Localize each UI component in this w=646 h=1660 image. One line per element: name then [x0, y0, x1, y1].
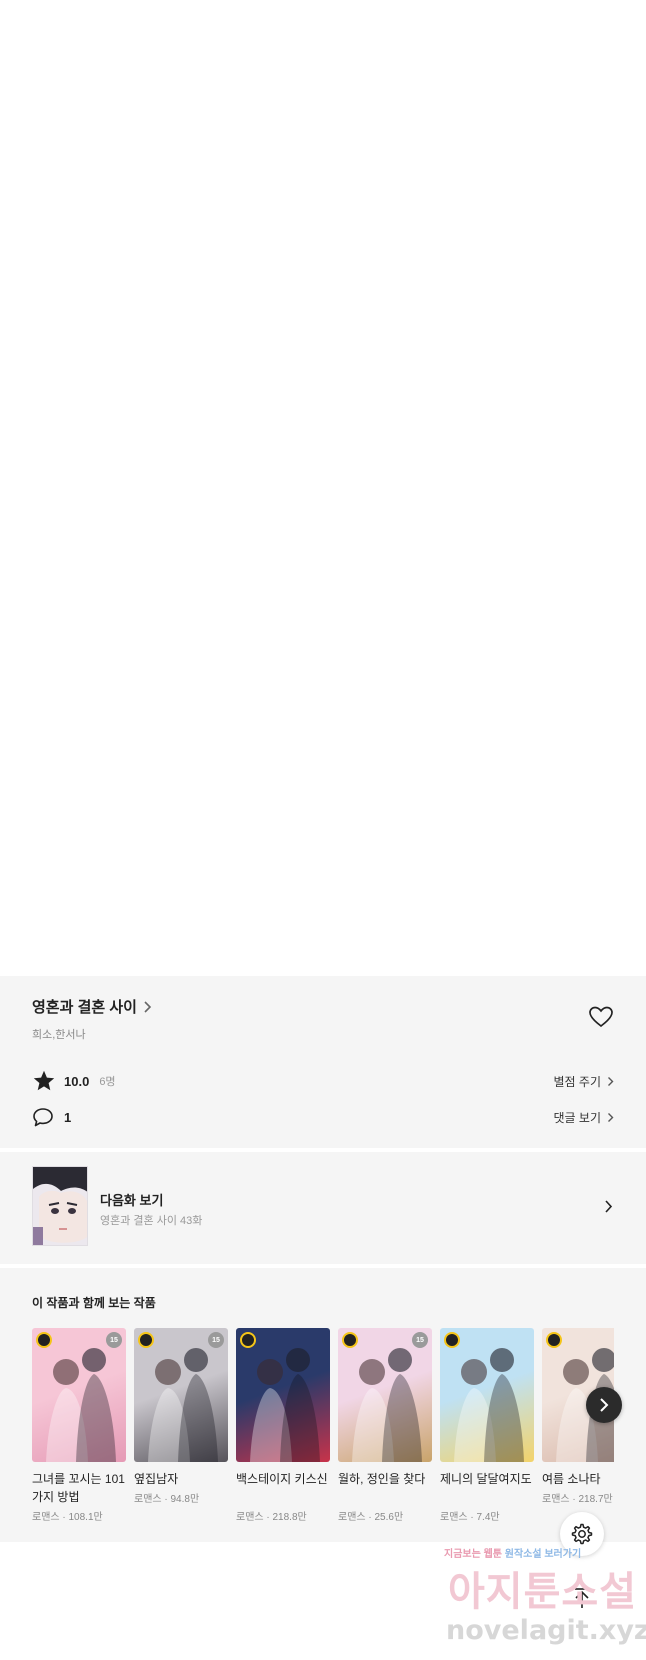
chevron-right-icon: [600, 1398, 609, 1412]
chevron-right-icon: [608, 1076, 614, 1086]
rate-button[interactable]: 별점 주기: [554, 1073, 615, 1090]
view-comments-label: 댓글 보기: [553, 1110, 602, 1125]
recommendation-card[interactable]: 제니의 달달여지도로맨스 · 7.4만: [440, 1328, 534, 1523]
next-episode-subtitle: 영혼과 결혼 사이 43화: [100, 1215, 203, 1227]
cover-illustration: [148, 1348, 218, 1462]
recommendations-carousel[interactable]: 15 그녀를 꼬시는 101가지 방법로맨스 · 108.1만 15 옆집남자 로맨스 …: [32, 1328, 614, 1538]
wait-free-clock-icon: [240, 1332, 256, 1348]
series-author: 희소,한서나: [32, 1029, 86, 1041]
recommendation-meta: 로맨스 · 218.8만: [236, 1512, 307, 1523]
recommendation-card[interactable]: 15 월하, 정인을 찾다로맨스 · 25.6만: [338, 1328, 432, 1523]
age-rating-badge: 15: [106, 1332, 122, 1348]
next-episode-thumbnail: [32, 1166, 88, 1246]
cover-illustration: [454, 1348, 524, 1462]
cover-illustration: [46, 1348, 116, 1462]
watermark: 지금보는 웹툰 원작소설 보러가기 아지툰소설 novelagit.xyz: [440, 1545, 646, 1655]
wait-free-clock-icon: [36, 1332, 52, 1348]
rate-button-label: 별점 주기: [553, 1074, 602, 1089]
wait-free-clock-icon: [444, 1332, 460, 1348]
cover-illustration: [352, 1348, 422, 1462]
recommendations-heading: 이 작품과 함께 보는 작품: [32, 1296, 156, 1310]
age-rating-badge: 15: [412, 1332, 428, 1348]
wait-free-clock-icon: [138, 1332, 154, 1348]
comic-image-area: [0, 0, 646, 976]
recommendation-card[interactable]: 백스테이지 키스신로맨스 · 218.8만: [236, 1328, 330, 1523]
rating-count: 6명: [99, 1076, 116, 1088]
recommendation-cover: 15: [32, 1328, 126, 1462]
cover-illustration: [250, 1348, 320, 1462]
recommendation-card[interactable]: 15 그녀를 꼬시는 101가지 방법로맨스 · 108.1만: [32, 1328, 126, 1523]
recommendation-meta: 로맨스 · 218.7만: [542, 1494, 613, 1505]
wait-free-clock-icon: [546, 1332, 562, 1348]
heart-icon[interactable]: [588, 1004, 614, 1030]
watermark-tagline-a: 지금보는 웹툰: [444, 1549, 502, 1560]
speech-bubble-icon: [33, 1108, 53, 1127]
carousel-next-button[interactable]: [586, 1387, 622, 1423]
chevron-right-icon: [144, 1000, 152, 1013]
series-title: 영혼과 결혼 사이: [32, 999, 137, 1016]
rating-value: 10.0: [64, 1073, 90, 1089]
watermark-logo-text: 아지툰소설: [448, 1569, 637, 1615]
scroll-to-top-button[interactable]: [566, 1584, 598, 1612]
settings-button[interactable]: [560, 1512, 604, 1556]
recommendation-title: 그녀를 꼬시는 101가지 방법: [32, 1472, 125, 1504]
recommendations-section: 이 작품과 함께 보는 작품 15 그녀를 꼬시는 101가지 방법로맨스 · 1…: [0, 1268, 646, 1542]
recommendation-card[interactable]: 15 옆집남자 로맨스 · 94.8만: [134, 1328, 228, 1505]
recommendation-meta: 로맨스 · 25.6만: [338, 1512, 404, 1523]
comment-count: 1: [64, 1109, 72, 1125]
view-comments-button[interactable]: 댓글 보기: [554, 1109, 615, 1126]
series-info-card: 영혼과 결혼 사이 희소,한서나 10.0 6명 별점 주기 1 댓글 보기: [0, 976, 646, 1148]
recommendation-title: 백스테이지 키스신: [236, 1472, 328, 1486]
recommendation-cover: 15: [134, 1328, 228, 1462]
chevron-right-icon: [605, 1200, 613, 1213]
recommendation-meta: 로맨스 · 108.1만: [32, 1512, 103, 1523]
recommendation-cover: [440, 1328, 534, 1462]
next-episode-label: 다음화 보기: [100, 1193, 164, 1208]
recommendation-cover: [236, 1328, 330, 1462]
character-face-illustration: [33, 1167, 87, 1245]
comment-row: 1 댓글 보기: [32, 1104, 614, 1130]
wait-free-clock-icon: [342, 1332, 358, 1348]
star-icon: [33, 1070, 55, 1091]
watermark-url: novelagit.xyz: [446, 1615, 646, 1646]
rating-row: 10.0 6명 별점 주기: [32, 1068, 614, 1094]
recommendation-meta: 로맨스 · 94.8만: [134, 1494, 200, 1505]
series-title-link[interactable]: 영혼과 결혼 사이: [32, 996, 152, 1017]
watermark-tagline: 지금보는 웹툰 원작소설 보러가기: [444, 1545, 581, 1560]
recommendation-cover: 15: [338, 1328, 432, 1462]
recommendation-title: 제니의 달달여지도: [440, 1472, 532, 1486]
age-rating-badge: 15: [208, 1332, 224, 1348]
arrow-up-icon: [575, 1588, 589, 1608]
recommendation-meta: 로맨스 · 7.4만: [440, 1512, 500, 1523]
gear-icon: [571, 1523, 593, 1545]
recommendation-title: 월하, 정인을 찾다: [338, 1472, 426, 1486]
next-episode-card[interactable]: 다음화 보기 영혼과 결혼 사이 43화: [0, 1152, 646, 1264]
chevron-right-icon: [608, 1112, 614, 1122]
